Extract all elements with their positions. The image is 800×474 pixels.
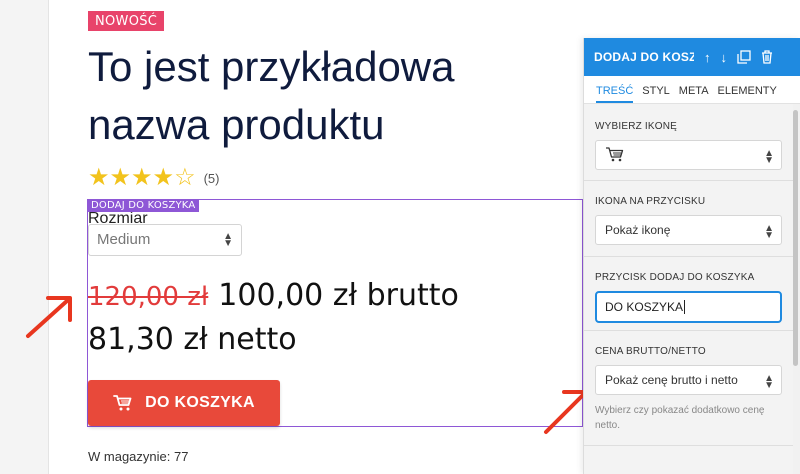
select-arrows-icon: ▲ ▼ xyxy=(764,373,774,391)
star-icon: ★ xyxy=(109,164,132,191)
price-mode-label: CENA BRUTTO/NETTO xyxy=(595,346,706,357)
icon-on-button-label: IKONA NA PRZYCISKU xyxy=(595,196,706,207)
price-row: 120,00 zł 100,00 zł brutto xyxy=(88,278,459,313)
price-mode-value: Pokaż cenę brutto i netto xyxy=(605,373,738,387)
section-price-mode: CENA BRUTTO/NETTO Pokaż cenę brutto i ne… xyxy=(584,331,793,446)
new-badge: NOWOŚĆ xyxy=(88,11,165,31)
variant-selected-value: Medium xyxy=(97,231,151,248)
settings-panel: DODAJ DO KOSZYKA ↑ ↓ TREŚĆ STYL META ELE… xyxy=(583,38,800,474)
variant-label: Rozmiar xyxy=(88,210,148,227)
star-icon: ★ xyxy=(88,164,110,191)
gross-price: 100,00 zł brutto xyxy=(218,278,459,313)
choose-icon-label: WYBIERZ IKONĘ xyxy=(595,121,678,132)
cart-icon xyxy=(606,147,624,162)
panel-tabs: TREŚĆ STYL META ELEMENTY xyxy=(584,76,800,104)
tab-content[interactable]: TREŚĆ xyxy=(596,85,634,103)
duplicate-icon[interactable] xyxy=(737,50,751,64)
price-mode-hint: Wybierz czy pokazać dodatkowo cenę netto… xyxy=(595,405,765,431)
arrow-down-icon[interactable]: ↓ xyxy=(721,50,728,65)
price-mode-select[interactable]: Pokaż cenę brutto i netto ▲ ▼ xyxy=(595,365,782,395)
icon-on-button-select[interactable]: Pokaż ikonę ▲ ▼ xyxy=(595,215,782,245)
select-arrows-icon: ▲ ▼ xyxy=(764,148,774,166)
panel-body: WYBIERZ IKONĘ ▲ ▼ IKONA NA PRZYCISKU Poka… xyxy=(584,104,793,474)
rating-count[interactable]: (5) xyxy=(204,171,220,186)
selected-element-tag[interactable]: DODAJ DO KOSZYKA xyxy=(87,199,200,212)
star-empty-icon: ☆ xyxy=(174,164,196,191)
select-arrows-icon: ▲ ▼ xyxy=(764,223,774,241)
arrow-up-icon[interactable]: ↑ xyxy=(704,50,711,65)
icon-select[interactable]: ▲ ▼ xyxy=(595,140,782,170)
stock-status: W magazynie: 77 xyxy=(88,449,189,464)
add-to-cart-button[interactable]: DO KOSZYKA xyxy=(88,380,280,426)
panel-header: DODAJ DO KOSZYKA ↑ ↓ xyxy=(584,38,800,76)
annotation-arrow xyxy=(26,296,72,338)
net-price: 81,30 zł netto xyxy=(88,322,297,357)
product-title: To jest przykładowa nazwa produktu xyxy=(88,43,455,148)
rating-stars: ★ ★ ★ ★ ☆ (5) xyxy=(88,166,219,190)
panel-title: DODAJ DO KOSZYKA xyxy=(594,50,694,64)
star-icon: ★ xyxy=(152,164,175,191)
add-to-cart-label: DO KOSZYKA xyxy=(145,394,255,411)
select-arrows-icon: ▲ ▼ xyxy=(223,231,233,249)
old-price: 120,00 zł xyxy=(88,282,209,312)
button-text-label: PRZYCISK DODAJ DO KOSZYKA xyxy=(595,272,755,283)
section-button-text: PRZYCISK DODAJ DO KOSZYKA DO KOSZYKA xyxy=(584,257,793,331)
section-choose-icon: WYBIERZ IKONĘ ▲ ▼ xyxy=(584,104,793,181)
tab-style[interactable]: STYL xyxy=(642,85,670,103)
button-text-value: DO KOSZYKA xyxy=(605,300,684,314)
tab-elements[interactable]: ELEMENTY xyxy=(718,85,777,103)
cart-icon xyxy=(113,395,132,411)
icon-on-button-value: Pokaż ikonę xyxy=(605,223,671,237)
variant-select[interactable]: Medium ▲ ▼ xyxy=(88,224,242,256)
left-gutter xyxy=(0,0,49,474)
section-icon-on-button: IKONA NA PRZYCISKU Pokaż ikonę ▲ ▼ xyxy=(584,181,793,257)
tab-meta[interactable]: META xyxy=(679,85,709,103)
panel-scrollbar[interactable] xyxy=(793,110,798,366)
trash-icon[interactable] xyxy=(761,50,773,64)
button-text-input[interactable]: DO KOSZYKA xyxy=(595,291,782,323)
star-icon: ★ xyxy=(131,164,153,191)
